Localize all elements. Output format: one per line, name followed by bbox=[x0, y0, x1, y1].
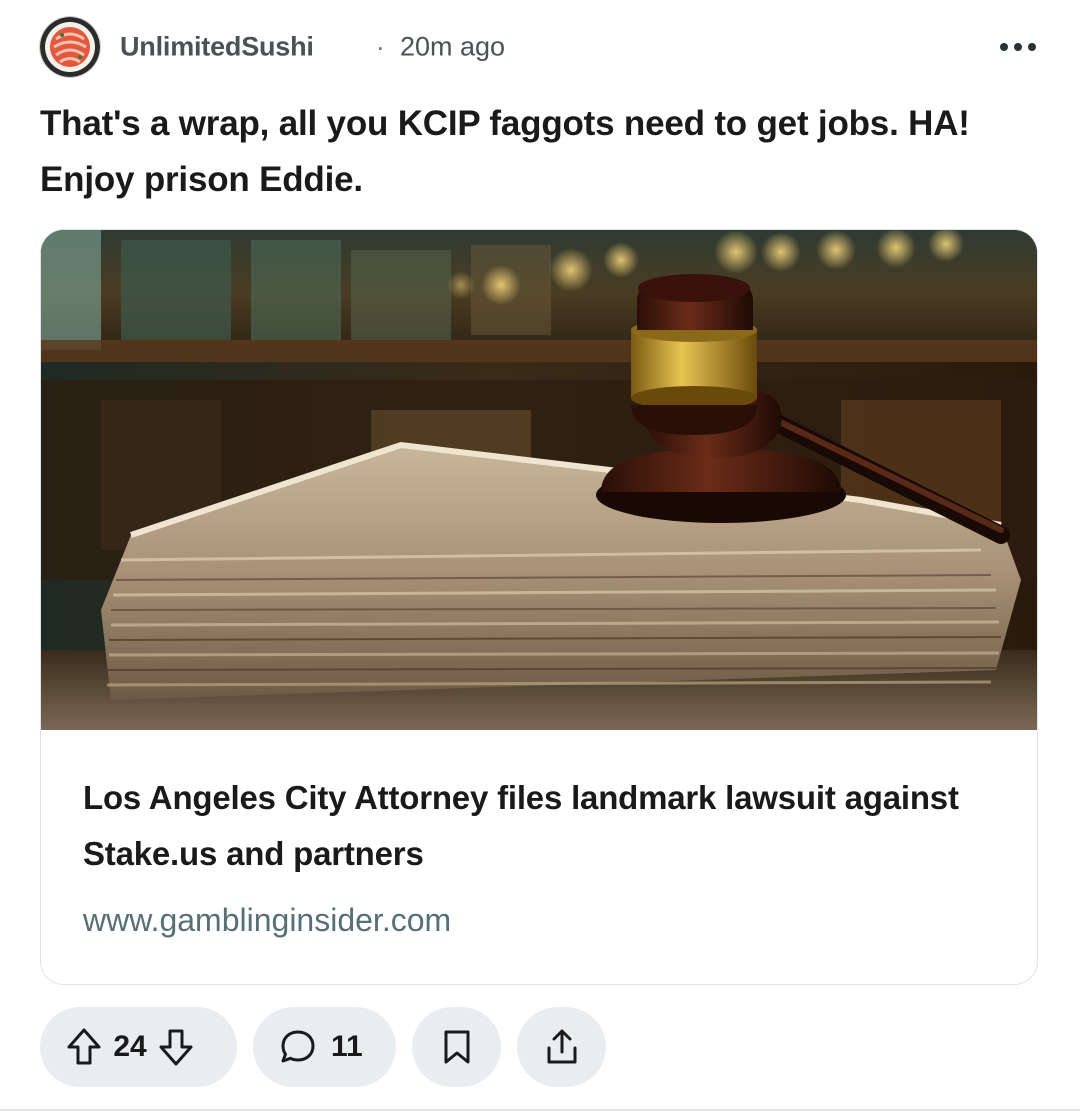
bookmark-icon bbox=[444, 1030, 469, 1064]
downvote-button[interactable] bbox=[156, 1025, 196, 1069]
gavel-papers-thumbnail bbox=[41, 230, 1037, 730]
link-headline[interactable]: Los Angeles City Attorney files landmark… bbox=[83, 770, 983, 882]
comment-bubble-icon bbox=[281, 1030, 315, 1063]
more-options-icon bbox=[1000, 43, 1036, 51]
meta-separator: · bbox=[376, 31, 385, 62]
share-button[interactable] bbox=[517, 1007, 606, 1087]
link-preview-card[interactable]: Los Angeles City Attorney files landmark… bbox=[40, 229, 1038, 985]
post-header: UnlimitedSushi · 20m ago bbox=[40, 17, 1040, 77]
more-options-button[interactable] bbox=[996, 29, 1040, 65]
comments-button[interactable]: 11 bbox=[253, 1007, 396, 1087]
downvote-arrow-icon bbox=[159, 1029, 193, 1066]
share-icon bbox=[547, 1029, 576, 1064]
upvote-arrow-icon bbox=[67, 1028, 101, 1065]
post-divider bbox=[0, 1109, 1080, 1111]
comment-count: 11 bbox=[331, 1030, 363, 1063]
sushi-avatar-icon bbox=[40, 17, 100, 77]
post-time: 20m ago bbox=[400, 31, 506, 62]
vote-score: 24 bbox=[113, 1030, 147, 1063]
vote-controls: 24 bbox=[40, 1007, 237, 1087]
author-avatar[interactable] bbox=[40, 17, 100, 77]
link-domain[interactable]: www.gamblinginsider.com bbox=[83, 902, 451, 939]
upvote-button[interactable] bbox=[64, 1025, 104, 1069]
save-button[interactable] bbox=[412, 1007, 501, 1087]
author-name[interactable]: UnlimitedSushi bbox=[120, 32, 314, 63]
post-title[interactable]: That's a wrap, all you KCIP faggots need… bbox=[40, 96, 1040, 208]
